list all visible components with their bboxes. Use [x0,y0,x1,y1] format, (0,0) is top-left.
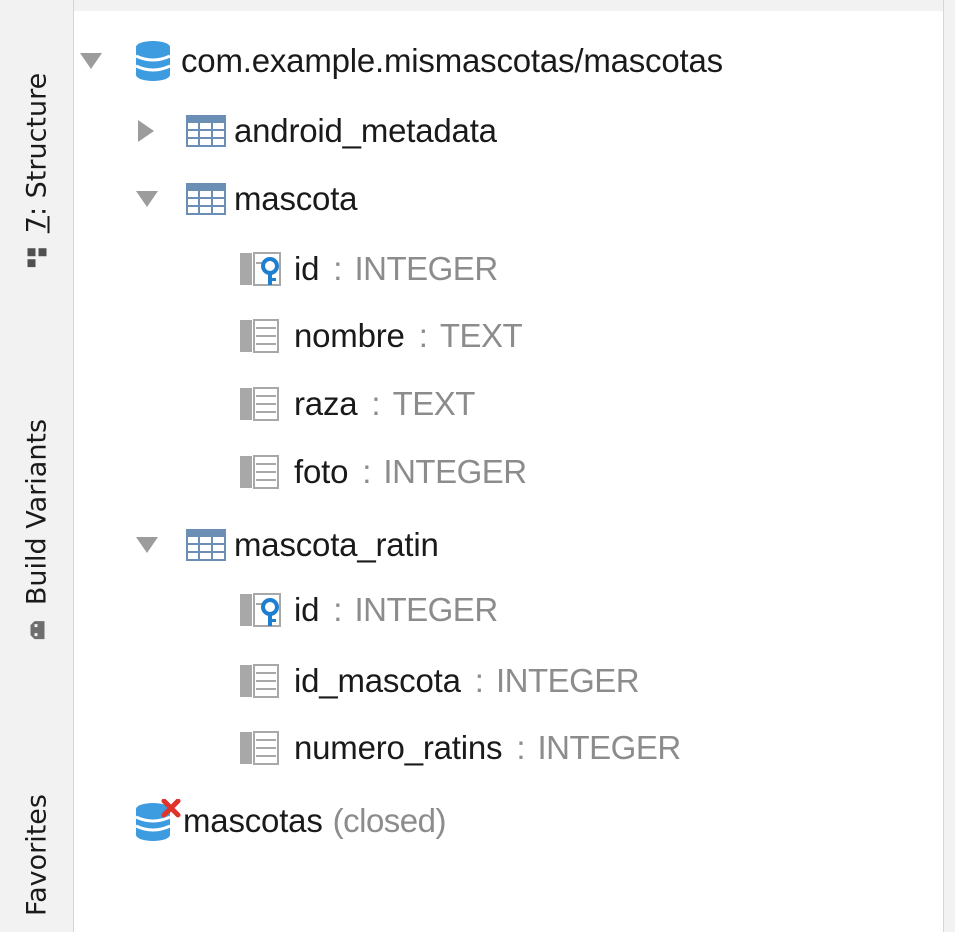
column-separator: : [333,250,343,287]
column-name: id [294,591,320,628]
structure-tab[interactable]: 7: Structure [22,73,53,268]
table-icon [186,115,226,147]
expand-toggle-collapsed-icon[interactable] [138,120,154,142]
table-name: mascota_ratin [234,526,439,563]
column-icon [240,387,279,421]
column-separator: : [333,591,343,628]
column-separator: : [371,385,381,422]
table-icon [186,529,226,561]
column-icon [240,664,279,698]
column-icon [240,731,279,765]
expand-toggle-expanded-icon[interactable] [136,191,158,207]
closed-database-status: (closed) [332,802,447,839]
tree-node-table[interactable]: android_metadata [136,101,497,161]
column-name: id [294,250,320,287]
left-tool-window-bar: 7: Structure Build Variants Favorites [0,0,74,932]
android-icon [30,621,44,640]
tree-node-closed-database[interactable]: mascotas (closed) [133,791,447,851]
column-name: id_mascota [294,662,461,699]
tree-node-column[interactable]: numero_ratins : INTEGER [238,718,681,778]
tree-node-table[interactable]: mascota [136,169,358,229]
panel-right-border [943,0,955,932]
primary-key-column-icon [240,593,281,627]
column-icon [240,455,279,489]
tree-node-column[interactable]: foto : INTEGER [238,442,527,502]
structure-tab-label: 7: Structure [22,73,53,233]
favorites-tab-label: Favorites [21,794,53,916]
tree-node-table[interactable]: mascota_ratin [136,515,439,575]
table-name: mascota [234,180,358,217]
column-type: INTEGER [354,591,498,628]
primary-key-column-icon [240,252,281,286]
expand-toggle-expanded-icon[interactable] [80,53,102,69]
column-separator: : [362,453,372,490]
build-variants-tab[interactable]: Build Variants [22,419,53,641]
structure-tab-text: : Structure [21,72,53,217]
table-name: android_metadata [234,112,497,149]
database-icon [135,41,171,81]
column-separator: : [516,729,526,766]
database-name: com.example.mismascotas/mascotas [181,42,723,79]
column-name: nombre [294,317,405,354]
column-type: INTEGER [495,662,640,699]
column-separator: : [474,662,484,699]
expand-toggle-expanded-icon[interactable] [136,537,158,553]
tree-node-column[interactable]: nombre : TEXT [238,306,523,366]
panel-top-border [0,0,955,11]
tree-node-column[interactable]: id : INTEGER [238,580,498,640]
closed-database-icon [135,799,181,841]
column-type: TEXT [392,385,476,422]
column-type: INTEGER [383,453,527,490]
tree-node-column[interactable]: raza : TEXT [238,374,475,434]
tree-node-column[interactable]: id : INTEGER [238,239,498,299]
tree-node-database[interactable]: com.example.mismascotas/mascotas [78,31,723,91]
structure-icon [27,248,46,268]
structure-tab-mnemonic: 7 [21,216,53,234]
column-separator: : [418,317,428,354]
column-type: TEXT [439,317,523,354]
tree-node-column[interactable]: id_mascota : INTEGER [238,651,640,711]
column-type: INTEGER [537,729,682,766]
table-icon [186,183,226,215]
column-icon [240,319,279,353]
column-name: raza [294,385,358,422]
column-name: numero_ratins [294,729,503,766]
column-type: INTEGER [354,250,498,287]
favorites-tab[interactable]: Favorites [22,794,53,916]
build-variants-tab-label: Build Variants [21,418,53,606]
column-name: foto [294,453,349,490]
closed-database-name: mascotas [183,802,323,839]
